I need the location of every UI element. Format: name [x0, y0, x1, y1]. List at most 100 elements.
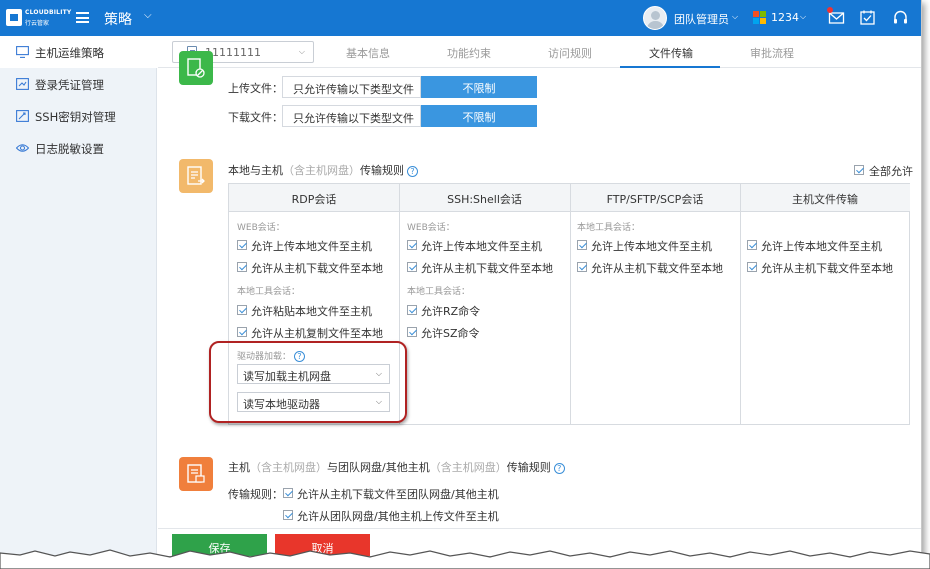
column-header-rdp: RDP会话 [229, 184, 399, 212]
chevron-down-icon[interactable]: ⌵ [144, 10, 152, 21]
sidebar-item-log-masking[interactable]: 日志脱敏设置 [0, 132, 157, 164]
column-header-ssh: SSH:Shell会话 [399, 184, 570, 212]
windows-icon [753, 11, 766, 24]
sidebar-item-host-policy[interactable]: 主机运维策略 [0, 36, 157, 68]
rdp-web-upload-label: 允许上传本地文件至主机 [251, 240, 372, 253]
column-header-ftp: FTP/SFTP/SCP会话 [570, 184, 740, 212]
title-part: 本地与主机 [228, 164, 283, 177]
team-download-label: 允许从主机下载文件至团队网盘/其他主机 [297, 488, 499, 501]
tab-file-transfer[interactable]: 文件传输 [649, 45, 693, 61]
user-name[interactable]: 团队管理员 [674, 11, 729, 27]
sidebar-item-label: 主机运维策略 [35, 46, 104, 60]
highlight-annotation [209, 341, 407, 423]
menu-icon[interactable] [76, 12, 89, 23]
ftp-local-header: 本地工具会话： [577, 223, 641, 233]
allow-all-label: 全部允许 [869, 165, 913, 178]
ftp-upload-checkbox[interactable] [577, 240, 587, 250]
torn-edge [0, 549, 930, 569]
logo-text: CLOUDBILITY [25, 9, 72, 16]
ssh-web-upload-checkbox[interactable] [407, 240, 417, 250]
column-divider [740, 184, 741, 424]
title-part: 主机 [228, 461, 250, 474]
ssh-rz-checkbox[interactable] [407, 305, 417, 315]
ssh-rz-label: 允许RZ命令 [421, 305, 481, 318]
logo: CLOUDBILITY 行云管家 [6, 7, 72, 29]
sidebar-item-credentials[interactable]: 登录凭证管理 [0, 68, 157, 100]
chevron-down-icon: ⌵ [298, 47, 305, 56]
team-download-checkbox[interactable] [283, 488, 293, 498]
title-part: 传输规则 [506, 461, 551, 474]
host-download-checkbox[interactable] [747, 262, 757, 272]
rdp-local-paste-label: 允许粘贴本地文件至主机 [251, 305, 372, 318]
title-part: 与团队网盘/其他主机 [327, 461, 430, 474]
column-divider [570, 184, 571, 424]
tab-approval-flow[interactable]: 审批流程 [750, 45, 794, 61]
title-part-note: （含主机网盘） [429, 461, 507, 474]
tab-bar: 11111111 ⌵ 基本信息 功能约束 访问规则 文件传输 审批流程 [158, 36, 921, 68]
sidebar-item-label: 日志脱敏设置 [35, 142, 104, 156]
key-icon [16, 110, 29, 122]
title-part: 传输规则 [360, 164, 404, 177]
chevron-down-icon[interactable]: ⌵ [800, 12, 806, 22]
notification-dot [827, 7, 833, 13]
rdp-web-download-checkbox[interactable] [237, 262, 247, 272]
ssh-web-header: WEB会话： [407, 223, 455, 233]
tab-basic-info[interactable]: 基本信息 [346, 45, 390, 61]
team-upload-label: 允许从团队网盘/其他主机上传文件至主机 [297, 510, 499, 523]
rdp-local-header: 本地工具会话： [237, 287, 301, 297]
chevron-down-icon[interactable]: ⌵ [732, 12, 738, 22]
rdp-web-header: WEB会话： [237, 223, 285, 233]
team-rules-title: 主机（含主机网盘）与团队网盘/其他主机（含主机网盘）传输规则? [228, 459, 565, 475]
ftp-download-label: 允许从主机下载文件至本地 [591, 262, 723, 275]
rdp-web-upload-checkbox[interactable] [237, 240, 247, 250]
tab-function-constraints[interactable]: 功能约束 [447, 45, 491, 61]
upload-type-select[interactable]: 只允许传输以下类型文件 [282, 76, 421, 98]
footer-divider [158, 528, 921, 529]
ssh-web-download-label: 允许从主机下载文件至本地 [421, 262, 553, 275]
eye-icon [16, 144, 29, 152]
column-header-host-transfer: 主机文件传输 [740, 184, 910, 212]
upload-label: 上传文件： [228, 82, 283, 95]
file-type-icon [179, 51, 213, 85]
tab-access-rules[interactable]: 访问规则 [548, 45, 592, 61]
task-icon[interactable] [859, 9, 876, 26]
upload-unlimited-button[interactable]: 不限制 [421, 76, 537, 98]
help-icon[interactable]: ? [553, 463, 565, 474]
team-rules-label: 传输规则： [228, 488, 283, 501]
credential-icon [16, 78, 29, 90]
main-content: 上传文件： 只允许传输以下类型文件 不限制 下载文件： 只允许传输以下类型文件 … [158, 51, 921, 556]
ssh-local-header: 本地工具会话： [407, 287, 471, 297]
headset-icon[interactable] [892, 9, 909, 26]
sidebar-item-label: 登录凭证管理 [35, 78, 104, 92]
title-part-note: （含主机网盘） [283, 164, 360, 177]
download-unlimited-button[interactable]: 不限制 [421, 105, 537, 127]
logo-mark-icon [6, 9, 22, 26]
allow-all-checkbox[interactable] [854, 165, 864, 175]
host-upload-label: 允许上传本地文件至主机 [761, 240, 882, 253]
sidebar: 主机运维策略 登录凭证管理 SSH密钥对管理 日志脱敏设置 [0, 36, 157, 556]
rdp-local-copy-checkbox[interactable] [237, 327, 247, 337]
app-window: CLOUDBILITY 行云管家 策略 ⌵ 团队管理员 ⌵ 1234 ⌵ 主机运… [0, 0, 922, 556]
sidebar-item-label: SSH密钥对管理 [35, 110, 116, 124]
ssh-web-upload-label: 允许上传本地文件至主机 [421, 240, 542, 253]
avatar[interactable] [643, 6, 667, 30]
host-upload-checkbox[interactable] [747, 240, 757, 250]
host-count[interactable]: 1234 [771, 11, 799, 24]
ftp-upload-label: 允许上传本地文件至主机 [591, 240, 712, 253]
ssh-sz-checkbox[interactable] [407, 327, 417, 337]
download-label: 下载文件： [228, 111, 283, 124]
rdp-local-paste-checkbox[interactable] [237, 305, 247, 315]
team-upload-checkbox[interactable] [283, 510, 293, 520]
ssh-web-download-checkbox[interactable] [407, 262, 417, 272]
sidebar-item-ssh-keys[interactable]: SSH密钥对管理 [0, 100, 157, 132]
local-host-rules-title: 本地与主机（含主机网盘）传输规则? [228, 162, 418, 178]
download-type-select[interactable]: 只允许传输以下类型文件 [282, 105, 421, 127]
help-icon[interactable]: ? [407, 166, 418, 177]
logo-subtext: 行云管家 [25, 20, 50, 27]
ftp-download-checkbox[interactable] [577, 262, 587, 272]
ssh-sz-label: 允许SZ命令 [421, 327, 480, 340]
rdp-web-download-label: 允许从主机下载文件至本地 [251, 262, 383, 275]
page-title: 策略 [104, 12, 132, 28]
team-transfer-icon [179, 457, 213, 491]
host-download-label: 允许从主机下载文件至本地 [761, 262, 893, 275]
